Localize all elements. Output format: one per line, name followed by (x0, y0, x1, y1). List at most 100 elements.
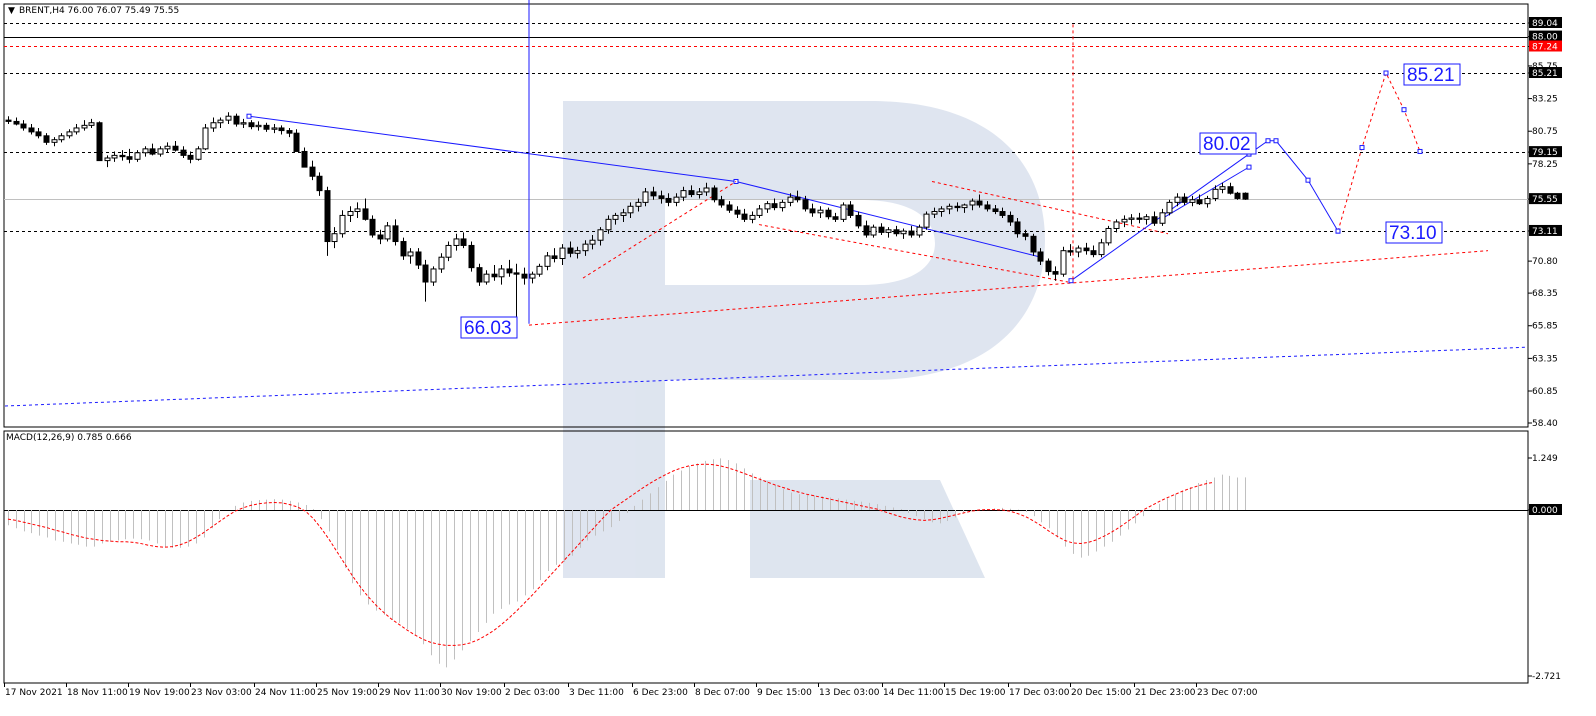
forecast-node (1273, 138, 1279, 144)
candle-body (931, 211, 938, 215)
candle-body (612, 214, 619, 220)
candle-body (20, 123, 27, 129)
price-tick-label: 73.11 (1532, 227, 1558, 237)
trendline-anchor (1068, 278, 1074, 284)
annotation-label: 80.02 (1203, 134, 1251, 155)
candle-body (582, 243, 589, 252)
candle-body (1098, 242, 1105, 256)
candle-body (817, 209, 824, 214)
candle-body (1196, 199, 1203, 205)
candle-body (217, 119, 224, 124)
candle-body (142, 148, 149, 154)
candle-body (468, 244, 475, 269)
candle-body (779, 201, 786, 209)
candle-body (847, 204, 854, 216)
candle-body (863, 225, 870, 236)
candle-body (430, 268, 437, 283)
forecast-node (1383, 70, 1389, 76)
time-tick-label: 17 Dec 03:00 (1009, 688, 1070, 698)
candle-body (878, 226, 885, 233)
candle-body (976, 200, 983, 206)
candle-body (832, 216, 839, 220)
forecast-blue (1248, 140, 1339, 232)
candle-body (377, 234, 384, 240)
candle-body (1234, 192, 1241, 199)
trendline-anchor (1246, 164, 1252, 170)
candle-body (900, 230, 907, 235)
candle-body (400, 241, 407, 257)
macd-tick-label: -2.721 (1532, 672, 1561, 682)
candle-body (483, 273, 490, 283)
time-tick-label: 29 Nov 11:00 (379, 688, 440, 698)
candle-body (1143, 216, 1150, 220)
candle-body (1113, 221, 1120, 229)
chart-root: 66.0380.0285.2173.10 89.0488.0087.2485.7… (3, 0, 1562, 698)
candle-body (1212, 188, 1219, 199)
candle-body (680, 190, 687, 198)
candle-body (1159, 212, 1166, 224)
candle-body (172, 145, 179, 151)
candle-body (642, 191, 649, 203)
symbol-dropdown-icon[interactable]: ▼ (8, 6, 15, 16)
candle-body (1030, 235, 1037, 253)
candle-body (278, 127, 285, 132)
candle-body (104, 157, 111, 162)
candle-body (362, 208, 369, 220)
candle-body (1075, 247, 1082, 253)
candle-body (1128, 217, 1135, 220)
time-tick-label: 25 Nov 19:00 (317, 688, 378, 698)
candle-body (88, 122, 95, 126)
price-tick-label: 83.25 (1532, 95, 1558, 105)
price-tick-label: 63.35 (1532, 354, 1558, 364)
candle-body (574, 250, 581, 254)
candle-body (293, 132, 300, 152)
candle-body (460, 238, 467, 246)
candle-body (1007, 214, 1014, 223)
candle-body (506, 268, 513, 274)
candle-body (263, 124, 270, 130)
candle-body (225, 115, 232, 121)
candle-body (726, 204, 733, 211)
candle-body (870, 226, 877, 236)
candle-body (1174, 196, 1181, 203)
candle-body (741, 213, 748, 220)
candle-body (825, 209, 832, 218)
candle-body (445, 244, 452, 258)
candle-body (711, 187, 718, 201)
forecast-node (1401, 107, 1407, 113)
candle-body (438, 256, 445, 270)
candle-body (81, 124, 88, 129)
candle-body (1219, 186, 1226, 190)
candle-body (111, 154, 118, 159)
candle-body (855, 214, 862, 227)
candle-body (126, 156, 133, 160)
annotation-label: 66.03 (464, 318, 512, 339)
candle-body (1105, 227, 1112, 244)
price-tick-label: 70.80 (1532, 257, 1558, 267)
candle-body (961, 204, 968, 209)
candle-body (301, 150, 308, 168)
candle-body (1022, 233, 1029, 237)
candle-body (240, 122, 247, 125)
candle-body (1090, 250, 1097, 256)
time-tick-label: 18 Nov 11:00 (67, 688, 128, 698)
candle-body (180, 149, 187, 156)
candle-body (453, 238, 460, 246)
candle-body (696, 191, 703, 196)
candle-body (491, 273, 498, 278)
time-axis: 17 Nov 2021 18 Nov 11:00 19 Nov 19:00 23 No… (4, 683, 1258, 698)
price-tick-label: 65.85 (1532, 322, 1558, 332)
candle-body (688, 190, 695, 196)
candle-body (756, 208, 763, 216)
candle-body (536, 265, 543, 275)
candle-body (627, 205, 634, 214)
candle-body (35, 131, 42, 137)
forecast-node (1417, 148, 1423, 154)
time-tick-label: 3 Dec 11:00 (569, 688, 624, 698)
candle-body (954, 205, 961, 209)
candle-body (589, 239, 596, 245)
candle-body (1121, 218, 1128, 223)
candle-body (1181, 196, 1188, 203)
candle-body (1014, 221, 1021, 235)
candle-body (66, 131, 73, 137)
